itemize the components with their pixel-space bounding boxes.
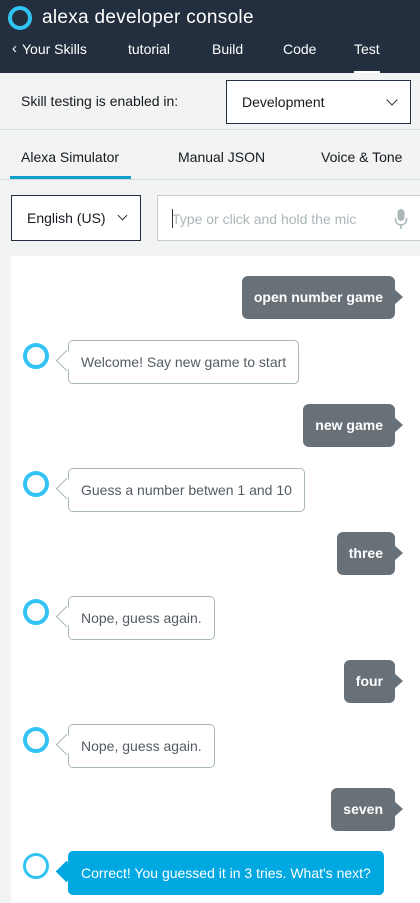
tab-active-indicator bbox=[10, 176, 131, 179]
chevron-down-icon bbox=[386, 94, 398, 106]
stage-value: Development bbox=[242, 94, 325, 110]
nav-tutorial[interactable]: tutorial bbox=[128, 41, 170, 57]
alexa-response-bubble: Nope, guess again. bbox=[68, 596, 215, 640]
nav-test[interactable]: Test bbox=[354, 41, 380, 57]
user-utterance-bubble: four bbox=[343, 660, 404, 703]
user-utterance-bubble: new game bbox=[303, 404, 403, 447]
alexa-response-bubble: Welcome! Say new game to start bbox=[68, 340, 300, 384]
utterance-field[interactable] bbox=[157, 195, 420, 241]
language-select[interactable]: English (US) bbox=[11, 195, 141, 241]
brand[interactable]: alexa developer console bbox=[8, 4, 254, 32]
alexa-avatar-icon bbox=[23, 853, 49, 879]
utterance-input[interactable] bbox=[172, 208, 377, 230]
testing-row: Skill testing is enabled in: Development bbox=[0, 73, 420, 130]
tab-manual-json[interactable]: Manual JSON bbox=[178, 149, 265, 165]
simulator-tabs: Alexa Simulator Manual JSON Voice & Tone bbox=[0, 131, 420, 180]
tab-alexa-simulator[interactable]: Alexa Simulator bbox=[21, 149, 119, 165]
top-nav: ‹ Your Skills tutorial Build Code Test bbox=[0, 38, 420, 74]
user-utterance-bubble: three bbox=[336, 532, 404, 575]
testing-label: Skill testing is enabled in: bbox=[21, 93, 179, 109]
tab-voice-and-tone[interactable]: Voice & Tone bbox=[321, 149, 402, 165]
stage-select[interactable]: Development bbox=[226, 80, 411, 124]
chevron-down-icon bbox=[117, 210, 128, 221]
nav-build[interactable]: Build bbox=[212, 41, 243, 57]
alexa-response-bubble-latest: Correct! You guessed it in 3 tries. What… bbox=[68, 851, 384, 895]
text-cursor bbox=[172, 209, 173, 228]
microphone-icon[interactable] bbox=[394, 208, 408, 230]
user-utterance-bubble: open number game bbox=[241, 276, 404, 319]
alexa-ring-icon bbox=[8, 6, 32, 30]
your-skills-link[interactable]: ‹ Your Skills bbox=[12, 41, 87, 57]
alexa-avatar-icon bbox=[23, 599, 49, 625]
nav-code[interactable]: Code bbox=[283, 41, 316, 57]
user-utterance-bubble: seven bbox=[331, 788, 403, 831]
alexa-avatar-icon bbox=[23, 727, 49, 753]
alexa-avatar-icon bbox=[23, 471, 49, 497]
console-title: alexa developer console bbox=[42, 7, 254, 28]
alexa-response-bubble: Nope, guess again. bbox=[68, 724, 215, 768]
top-header: alexa developer console ‹ Your Skills tu… bbox=[0, 0, 420, 74]
alexa-avatar-icon bbox=[23, 343, 49, 369]
your-skills-label: Your Skills bbox=[22, 41, 87, 57]
alexa-response-bubble: Guess a number betwen 1 and 10 bbox=[68, 468, 305, 512]
language-value: English (US) bbox=[27, 210, 106, 226]
chevron-left-icon: ‹ bbox=[12, 40, 17, 57]
conversation-panel: open number game Welcome! Say new game t… bbox=[11, 256, 420, 903]
